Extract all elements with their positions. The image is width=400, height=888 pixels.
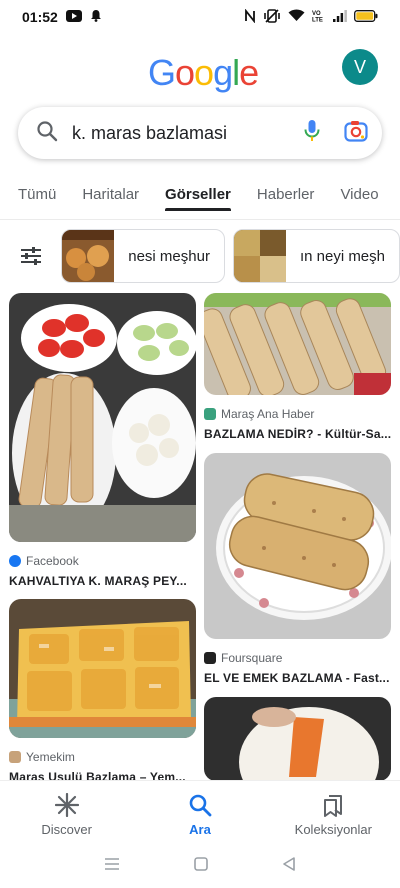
tab-videos[interactable]: Video [340, 176, 378, 219]
result-source: Yemekim [9, 750, 196, 764]
nav-label: Ara [189, 821, 211, 837]
logo-letter: o [175, 52, 195, 93]
signal-icon [333, 9, 347, 25]
result-image [198, 293, 391, 401]
search-tabs: Tümü Haritalar Görseller Haberler Video [0, 176, 400, 220]
source-name: Yemekim [26, 750, 75, 764]
source-name: Maraş Ana Haber [221, 407, 315, 421]
youtube-icon [65, 9, 82, 25]
result-title: EL VE EMEK BAZLAMA - Fast... [204, 671, 390, 685]
image-result-card[interactable]: Foursquare EL VE EMEK BAZLAMA - Fast... [204, 453, 392, 685]
back-button[interactable] [282, 856, 296, 876]
nav-label: Discover [41, 821, 92, 837]
status-bar: 01:52 VO LTE [0, 0, 400, 34]
logo-letter: g [213, 52, 233, 93]
bottom-navigation: Discover Ara Koleksiyonlar [0, 780, 400, 844]
maras-ana-haber-icon [204, 408, 216, 420]
logo-letter: G [148, 52, 176, 93]
filter-button[interactable] [8, 228, 53, 284]
voice-search-icon[interactable] [304, 119, 320, 148]
foursquare-icon [204, 652, 216, 664]
status-time: 01:52 [22, 9, 58, 25]
lens-camera-icon[interactable] [344, 120, 368, 147]
tab-news[interactable]: Haberler [257, 176, 315, 219]
notification-bell-icon [90, 9, 102, 25]
suggestion-chip[interactable]: nesi meşhur [61, 229, 225, 283]
nav-search[interactable]: Ara [133, 781, 266, 844]
logo-letter: o [194, 52, 214, 93]
nav-discover[interactable]: Discover [0, 781, 133, 844]
suggestion-chips: nesi meşhur ın neyi meşh [0, 228, 400, 284]
search-box[interactable] [18, 107, 382, 159]
image-result-card[interactable]: Facebook KAHVALTIYA K. MARAŞ PEY... [9, 293, 197, 588]
source-name: Facebook [26, 554, 79, 568]
asterisk-icon [54, 792, 79, 817]
source-name: Foursquare [221, 651, 283, 665]
tab-images[interactable]: Görseller [165, 176, 231, 219]
bookmarks-icon [324, 794, 343, 817]
nfc-icon [244, 7, 256, 26]
result-image [204, 697, 391, 781]
image-result-card[interactable] [204, 697, 391, 781]
search-icon [189, 794, 212, 816]
square-icon [194, 856, 208, 871]
volte-icon: VO LTE [312, 9, 326, 25]
yemekim-icon [9, 751, 21, 763]
result-source: Facebook [9, 554, 196, 568]
menu-lines-icon [105, 857, 119, 870]
home-button[interactable] [194, 856, 208, 876]
wifi-icon [288, 9, 305, 25]
tab-maps[interactable]: Haritalar [82, 176, 139, 219]
recent-apps-button[interactable] [104, 857, 120, 876]
chip-label: nesi meşhur [128, 247, 210, 265]
result-image [9, 599, 196, 738]
search-icon [36, 120, 58, 147]
nav-label: Koleksiyonlar [294, 821, 372, 837]
back-triangle-icon [283, 856, 295, 871]
system-navigation-bar [0, 844, 400, 888]
result-image [9, 293, 197, 542]
result-source: Foursquare [204, 651, 391, 665]
result-title: BAZLAMA NEDİR? - Kültür-Sa... [204, 427, 391, 441]
logo-letter: e [239, 52, 259, 93]
chip-label: ın neyi meşh [299, 247, 385, 265]
svg-text:LTE: LTE [312, 18, 323, 23]
vibrate-icon [263, 8, 281, 26]
logo-letter: l [232, 52, 240, 93]
image-result-card[interactable]: Yemekim Maraş Usulü Bazlama – Yem... [9, 599, 196, 781]
result-title: KAHVALTIYA K. MARAŞ PEY... [9, 574, 187, 588]
nav-collections[interactable]: Koleksiyonlar [267, 781, 400, 844]
account-avatar[interactable]: V [342, 49, 378, 85]
suggestion-chip[interactable]: ın neyi meşh [232, 229, 400, 283]
svg-text:VO: VO [312, 11, 321, 17]
image-results-grid: Facebook KAHVALTIYA K. MARAŞ PEY... Mara… [0, 293, 400, 781]
avatar-initial: V [353, 56, 366, 77]
tune-icon [20, 247, 41, 265]
search-input[interactable] [72, 122, 304, 144]
result-source: Maraş Ana Haber [204, 407, 391, 421]
result-image [204, 453, 392, 639]
tab-all[interactable]: Tümü [18, 176, 56, 219]
google-logo: G o o g l e [148, 52, 259, 94]
chip-thumbnail [233, 230, 286, 282]
chip-thumbnail [62, 230, 115, 282]
image-result-card[interactable]: Maraş Ana Haber BAZLAMA NEDİR? - Kültür-… [198, 293, 391, 441]
facebook-icon [9, 555, 21, 567]
battery-icon [354, 9, 378, 25]
